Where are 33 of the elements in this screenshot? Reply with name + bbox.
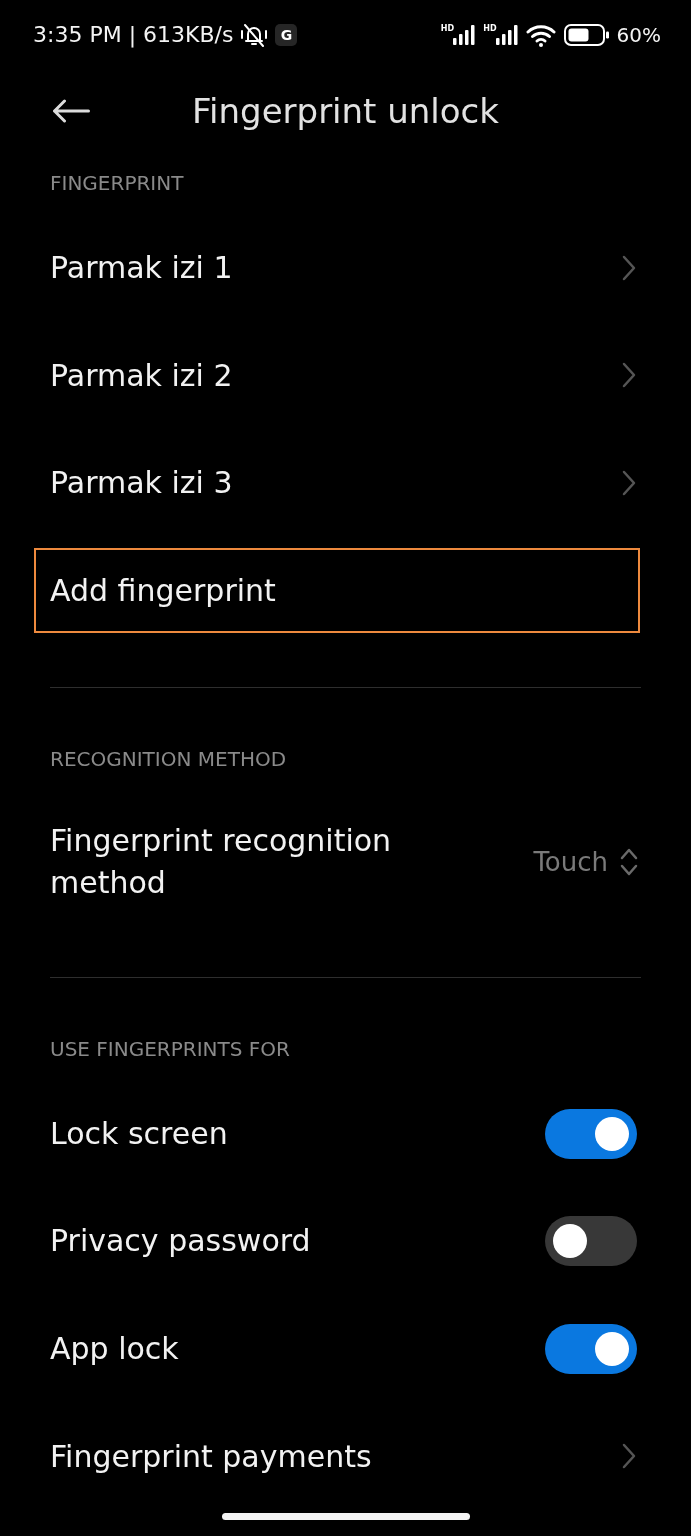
chevron-right-icon: [622, 1443, 636, 1470]
battery-icon: [563, 24, 609, 46]
toggle-switch[interactable]: [545, 1323, 637, 1374]
setting-label: Fingerprint recognition method: [50, 822, 393, 902]
chevron-right-icon: [622, 254, 636, 281]
settings-item[interactable]: Add fingerprint: [34, 547, 640, 633]
setting-label: App lock: [50, 1329, 179, 1368]
setting-label: Privacy password: [50, 1222, 311, 1261]
toggle-switch[interactable]: [545, 1108, 637, 1159]
battery-percentage: 60%: [616, 25, 661, 45]
settings-item[interactable]: Parmak izi 1: [34, 225, 640, 311]
settings-item[interactable]: Parmak izi 3: [34, 440, 640, 526]
notification-badge: G: [275, 24, 298, 46]
settings-item[interactable]: Fingerprint payments: [34, 1413, 640, 1499]
network-type-label: HD: [483, 25, 497, 33]
bell-muted-icon: [240, 22, 269, 48]
section-heading: RECOGNITION METHOD: [50, 747, 287, 771]
chevron-up-down-icon: [620, 847, 638, 877]
signal-icon: [495, 25, 518, 45]
back-button[interactable]: [52, 99, 90, 123]
section-heading: FINGERPRINT: [50, 171, 184, 195]
wifi-icon: [525, 23, 556, 47]
signal-icon: [453, 25, 476, 45]
setting-label: Lock screen: [50, 1114, 228, 1153]
chevron-right-icon: [622, 362, 636, 389]
page-title: Fingerprint unlock: [191, 91, 500, 131]
chevron-right-icon: [622, 469, 636, 496]
dropdown-button[interactable]: Touch: [533, 847, 638, 877]
toggle-switch[interactable]: [545, 1216, 637, 1267]
status-text: 3:35 PM | 613KB/s: [33, 24, 234, 46]
network-type-label: HD: [440, 25, 455, 33]
settings-item[interactable]: Parmak izi 2: [34, 332, 640, 418]
section-heading: USE FINGERPRINTS FOR: [50, 1037, 290, 1061]
